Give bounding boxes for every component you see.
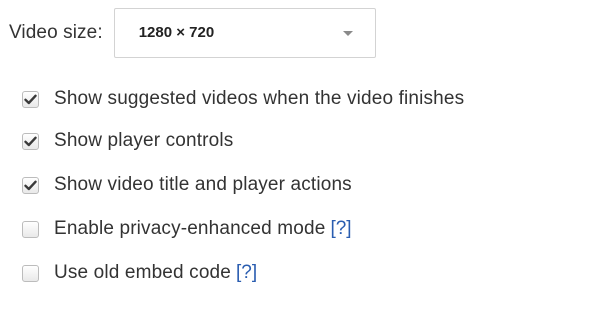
old-embed-code-checkbox[interactable] xyxy=(22,264,39,282)
player-controls-label: Show player controls xyxy=(54,130,234,151)
option-suggested-videos[interactable]: Show suggested videos when the video fin… xyxy=(22,84,464,114)
old-embed-code-help-link[interactable]: [?] xyxy=(236,262,257,284)
privacy-mode-help-link[interactable]: [?] xyxy=(330,218,351,240)
option-privacy-mode[interactable]: Enable privacy-enhanced mode [?] xyxy=(22,214,352,244)
checkmark-icon xyxy=(24,94,37,104)
video-size-select[interactable]: 1280 × 720 xyxy=(113,8,376,58)
video-size-value: 1280 × 720 xyxy=(138,24,215,41)
checkmark-icon xyxy=(24,136,37,146)
checkmark-icon xyxy=(24,180,37,190)
chevron-down-icon xyxy=(342,31,353,36)
video-title-label: Show video title and player actions xyxy=(54,174,352,195)
option-old-embed-code[interactable]: Use old embed code [?] xyxy=(22,258,257,288)
old-embed-code-label: Use old embed code xyxy=(54,262,231,283)
video-size-label: Video size: xyxy=(9,22,103,43)
suggested-videos-label: Show suggested videos when the video fin… xyxy=(54,88,465,109)
option-player-controls[interactable]: Show player controls xyxy=(22,126,233,156)
video-size-row: Video size: 1280 × 720 xyxy=(9,8,376,58)
option-video-title[interactable]: Show video title and player actions xyxy=(22,170,352,200)
player-controls-checkbox[interactable] xyxy=(22,132,39,150)
video-title-checkbox[interactable] xyxy=(22,176,39,194)
privacy-mode-checkbox[interactable] xyxy=(22,220,39,238)
suggested-videos-checkbox[interactable] xyxy=(22,90,39,108)
privacy-mode-label: Enable privacy-enhanced mode xyxy=(54,218,326,239)
